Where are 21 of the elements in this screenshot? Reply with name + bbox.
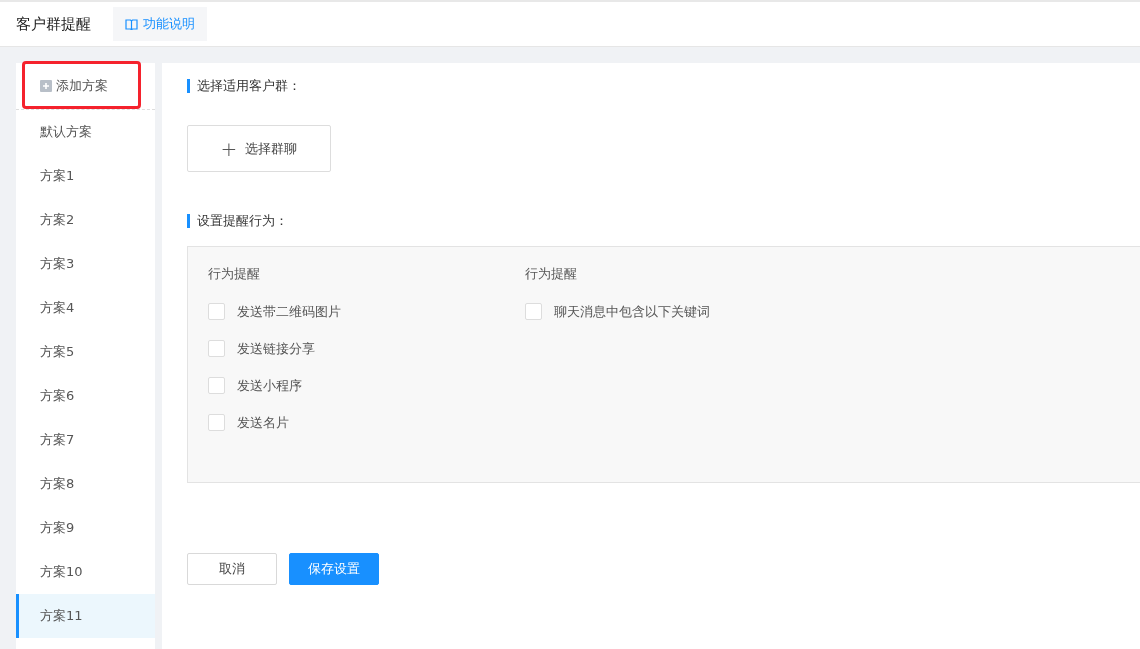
behavior-option[interactable]: 发送小程序 (208, 377, 525, 394)
plus-square-icon (40, 80, 52, 92)
checkbox[interactable] (525, 303, 542, 320)
section-heading: 选择适用客户群： (187, 79, 1140, 93)
select-group-button[interactable]: + 选择群聊 (187, 125, 331, 172)
plus-icon: + (220, 136, 238, 161)
behavior-option[interactable]: 发送名片 (208, 414, 525, 431)
page-title: 客户群提醒 (16, 14, 91, 34)
behavior-option[interactable]: 发送链接分享 (208, 340, 525, 357)
column-title: 行为提醒 (208, 265, 261, 283)
column-title: 行为提醒 (525, 265, 578, 283)
behavior-option[interactable]: 发送带二维码图片 (208, 303, 525, 320)
behavior-option[interactable]: 聊天消息中包含以下关键词 (525, 303, 842, 320)
book-icon (125, 18, 138, 30)
checkbox[interactable] (208, 303, 225, 320)
checkbox[interactable] (208, 340, 225, 357)
plan-item[interactable]: 方案11 (16, 594, 155, 638)
cancel-button[interactable]: 取消 (187, 553, 277, 585)
section-heading: 设置提醒行为： (187, 214, 1140, 228)
checkbox[interactable] (208, 414, 225, 431)
checkbox[interactable] (208, 377, 225, 394)
